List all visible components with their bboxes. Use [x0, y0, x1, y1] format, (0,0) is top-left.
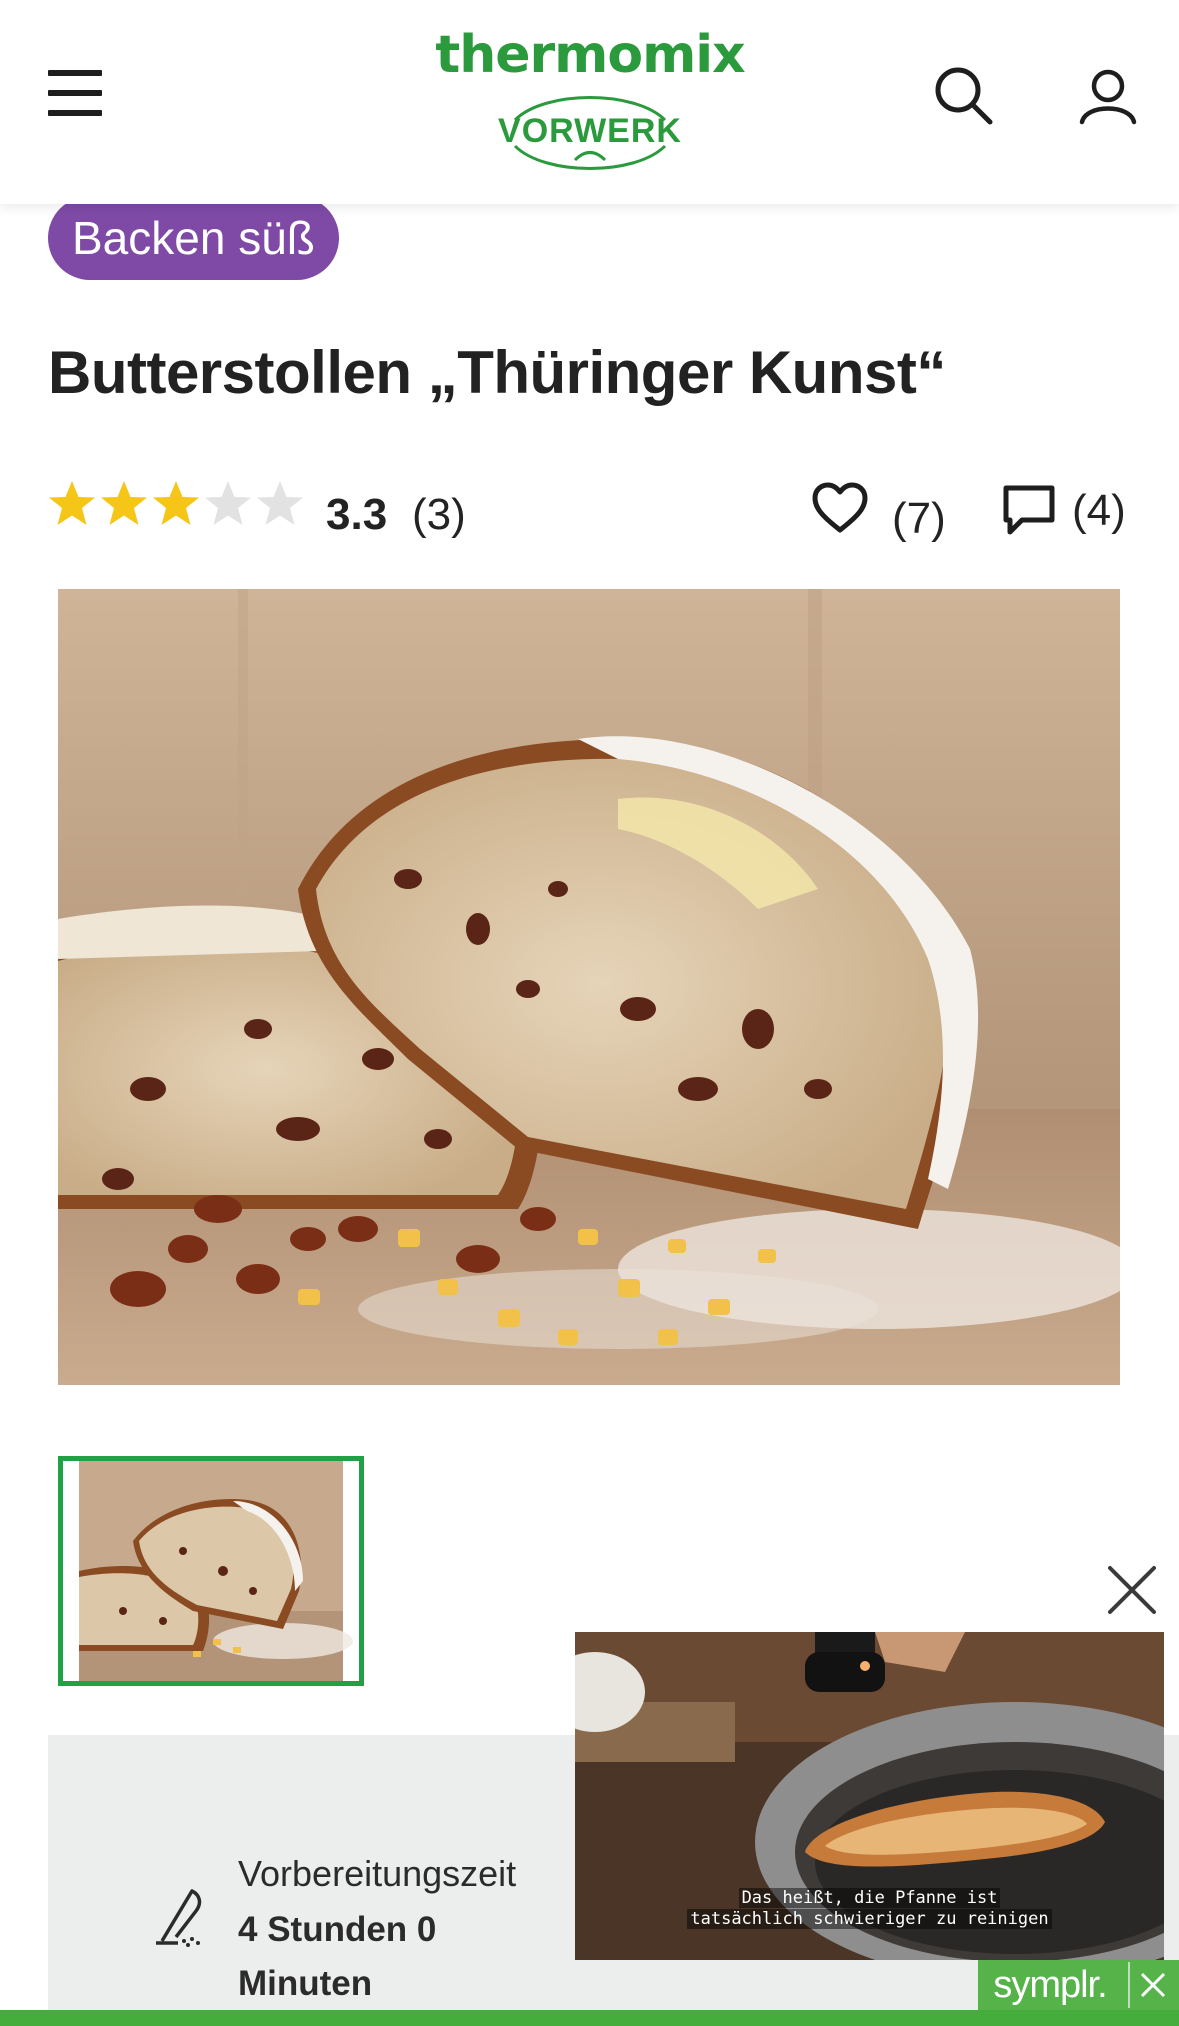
star-filled-icon: [101, 481, 147, 525]
star-empty-icon: [205, 481, 251, 525]
star-filled-icon: [153, 481, 199, 525]
category-tag[interactable]: Backen süß: [48, 196, 339, 280]
prep-time-label: Vorbereitungszeit: [238, 1853, 517, 1894]
site-header: thermomix VORWERK: [0, 0, 1179, 204]
knife-icon: [156, 1889, 202, 1947]
sponsor-bar: symplr.: [978, 1960, 1179, 2010]
subtitle-line-2: tatsächlich schwieriger zu reinigen: [687, 1909, 1052, 1929]
favorites-count: (7): [892, 494, 946, 543]
heart-icon[interactable]: [812, 482, 868, 534]
star-empty-icon: [257, 481, 303, 525]
logo-maker-text: VORWERK: [498, 112, 682, 150]
thermomix-logo[interactable]: thermomix VORWERK: [400, 20, 780, 180]
close-icon[interactable]: [1102, 1560, 1162, 1620]
subtitle-line-1: Das heißt, die Pfanne ist: [738, 1888, 1001, 1908]
vorwerk-logo: VORWERK: [495, 94, 685, 170]
video-ad-player[interactable]: Das heißt, die Pfanne ist tatsächlich sc…: [575, 1632, 1164, 1960]
recipe-main-image[interactable]: [58, 589, 1120, 1385]
comment-icon[interactable]: [1002, 484, 1056, 536]
symplr-logo[interactable]: symplr.: [978, 1964, 1122, 2007]
star-filled-icon: [49, 481, 95, 525]
thumbnail-image: [79, 1461, 353, 1681]
sponsor-close-icon[interactable]: [1128, 1962, 1174, 2008]
hamburger-menu-icon[interactable]: [48, 70, 102, 116]
rating-stars[interactable]: [46, 478, 306, 530]
video-subtitles: Das heißt, die Pfanne ist tatsächlich sc…: [575, 1888, 1164, 1930]
prep-time-value: 4 Stunden 0 Minuten: [238, 1910, 437, 2003]
search-icon[interactable]: [934, 66, 994, 126]
logo-brand-text: thermomix: [435, 25, 745, 85]
user-account-icon[interactable]: [1078, 66, 1138, 126]
comments-count: (4): [1072, 486, 1126, 535]
bottom-accent-bar: [0, 2010, 1179, 2026]
rating-count: (3): [412, 490, 466, 539]
recipe-title: Butterstollen „Thüringer Kunst“: [48, 339, 946, 406]
gallery-thumbnail[interactable]: [58, 1456, 364, 1686]
rating-value: 3.3: [326, 490, 388, 539]
